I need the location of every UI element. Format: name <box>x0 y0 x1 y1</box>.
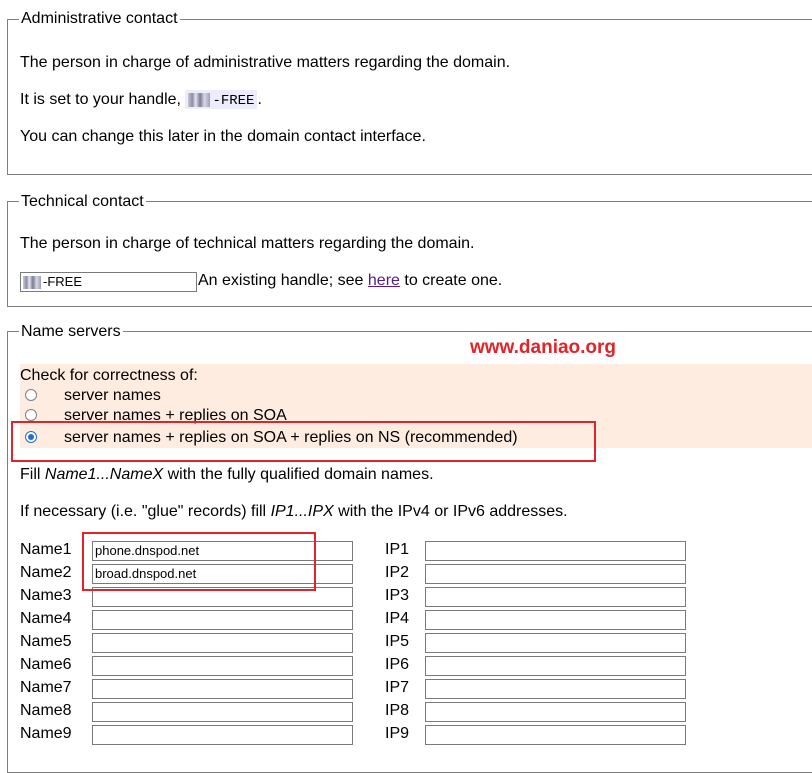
admin-contact-description: The person in charge of administrative m… <box>20 54 511 71</box>
admin-contact-legend: Administrative contact <box>19 10 180 28</box>
technical-handle-hint: An existing handle; see here to create o… <box>198 271 502 291</box>
ip-input-1[interactable] <box>425 541 686 561</box>
name-label-5: Name5 <box>20 633 72 650</box>
ip-label-4: IP4 <box>385 610 410 627</box>
technical-contact-legend: Technical contact <box>19 193 146 211</box>
admin-handle-suffix: -FREE <box>212 93 255 109</box>
ip-label-5: IP5 <box>385 633 410 650</box>
fill-names-post: with the fully qualified domain names. <box>163 466 434 483</box>
technical-contact-description: The person in charge of technical matter… <box>20 235 475 252</box>
radio-label-server-names[interactable]: server names <box>64 386 161 406</box>
name-label-9: Name9 <box>20 725 72 742</box>
ip-label-8: IP8 <box>385 702 410 719</box>
ip-label-3: IP3 <box>385 587 410 604</box>
highlight-nameserver-values <box>82 532 316 591</box>
correctness-check-title: Check for correctness of: <box>20 367 198 384</box>
ip-input-2[interactable] <box>425 564 686 584</box>
create-handle-link[interactable]: here <box>368 272 400 289</box>
name-label-4: Name4 <box>20 610 72 627</box>
radio-server-names[interactable] <box>25 389 37 401</box>
glue-post: with the IPv4 or IPv6 addresses. <box>333 503 568 520</box>
fill-names-instruction: Fill Name1...NameX with the fully qualif… <box>20 465 434 485</box>
admin-handle-prefix: It is set to your handle, <box>20 91 181 108</box>
technical-handle-suffix: -FREE <box>43 274 82 289</box>
admin-handle-period: . <box>257 91 262 108</box>
glue-pre: If necessary (i.e. "glue" records) fill <box>20 503 271 520</box>
name-label-7: Name7 <box>20 679 72 696</box>
name-label-3: Name3 <box>20 587 72 604</box>
glue-em: IP1...IPX <box>270 503 334 520</box>
name-input-8[interactable] <box>92 702 353 722</box>
ip-input-3[interactable] <box>425 587 686 607</box>
ip-input-9[interactable] <box>425 725 686 745</box>
fill-names-pre: Fill <box>20 466 45 483</box>
ip-input-4[interactable] <box>425 610 686 630</box>
admin-contact-change-note: You can change this later in the domain … <box>20 128 426 145</box>
name-input-7[interactable] <box>92 679 353 699</box>
name-label-6: Name6 <box>20 656 72 673</box>
highlight-recommended-option <box>11 421 596 462</box>
ip-input-5[interactable] <box>425 633 686 653</box>
ip-label-9: IP9 <box>385 725 410 742</box>
radio-server-names-soa[interactable] <box>25 409 37 421</box>
name-label-1: Name1 <box>20 541 72 558</box>
glue-records-instruction: If necessary (i.e. "glue" records) fill … <box>20 502 568 522</box>
fill-names-em: Name1...NameX <box>44 466 164 483</box>
name-input-6[interactable] <box>92 656 353 676</box>
technical-hint-prefix: An existing handle; see <box>198 272 364 289</box>
name-servers-legend: Name servers <box>19 323 123 341</box>
watermark-text: www.daniao.org <box>470 337 617 358</box>
ip-label-7: IP7 <box>385 679 410 696</box>
redacted-handle-image <box>23 276 41 290</box>
ip-input-6[interactable] <box>425 656 686 676</box>
technical-handle-input[interactable]: -FREE <box>20 272 197 292</box>
ip-label-1: IP1 <box>385 541 410 558</box>
ip-input-8[interactable] <box>425 702 686 722</box>
technical-hint-suffix: to create one. <box>404 272 503 289</box>
ip-label-2: IP2 <box>385 564 410 581</box>
name-input-4[interactable] <box>92 610 353 630</box>
redacted-handle-image <box>188 92 211 107</box>
admin-handle-line: It is set to your handle, -FREE. <box>20 90 262 111</box>
admin-handle-value: -FREE <box>185 90 258 109</box>
ip-label-6: IP6 <box>385 656 410 673</box>
name-input-5[interactable] <box>92 633 353 653</box>
name-input-9[interactable] <box>92 725 353 745</box>
ip-input-7[interactable] <box>425 679 686 699</box>
name-label-8: Name8 <box>20 702 72 719</box>
name-label-2: Name2 <box>20 564 72 581</box>
